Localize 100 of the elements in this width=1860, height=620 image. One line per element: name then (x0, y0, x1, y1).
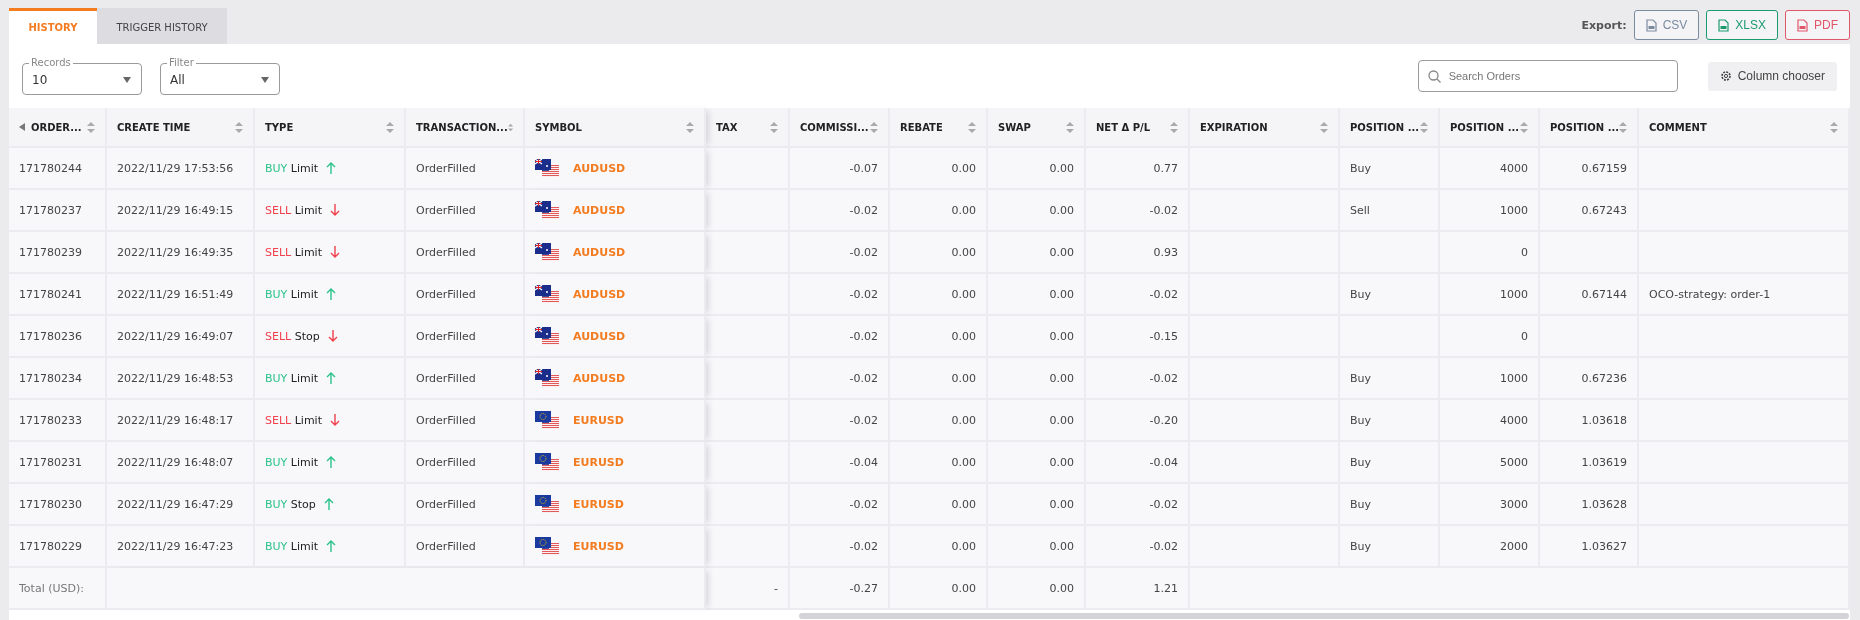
table-cell: 1000 (1440, 358, 1540, 400)
table-cell: 1.03627 (1540, 526, 1639, 568)
table-cell: -0.02 (790, 232, 890, 274)
table-cell: 2022/11/29 16:49:35 (107, 232, 255, 274)
table-cell: 0.67159 (1540, 148, 1639, 190)
dropdown-field[interactable]: Filter All (160, 57, 280, 95)
sort-icon[interactable] (870, 121, 878, 133)
table-cell: OrderFilled (406, 148, 525, 190)
sort-icon[interactable] (386, 121, 394, 133)
file-icon (1797, 18, 1808, 32)
table-cell: -0.02 (790, 274, 890, 316)
sort-icon[interactable] (1420, 121, 1428, 133)
dropdown-value: 10 (32, 72, 48, 87)
table-cell: -0.15 (1086, 316, 1190, 358)
column-header[interactable]: TYPE (255, 108, 406, 148)
side-label: SELL (265, 329, 292, 343)
column-header[interactable]: POSITION ... (1540, 108, 1639, 148)
symbol-label: AUDUSD (573, 287, 626, 301)
column-header[interactable]: COMMENT (1639, 108, 1850, 148)
sort-icon[interactable] (968, 121, 976, 133)
column-header[interactable]: POSITION ... (1440, 108, 1540, 148)
order-type-label: Limit (290, 455, 319, 469)
sort-icon[interactable] (507, 121, 513, 133)
column-header[interactable]: EXPIRATION (1190, 108, 1340, 148)
side-label: BUY (265, 287, 288, 301)
sort-icon[interactable] (1619, 121, 1627, 133)
file-icon (1718, 18, 1730, 32)
table-cell: 1.03619 (1540, 442, 1639, 484)
side-label: BUY (265, 371, 288, 385)
table-cell: 1.21 (1086, 568, 1190, 610)
table-cell: OrderFilled (406, 232, 525, 274)
table-cell: Buy (1340, 526, 1440, 568)
table-cell: 0.67236 (1540, 358, 1639, 400)
table-cell: 4000 (1440, 400, 1540, 442)
table-cell: 0.00 (890, 484, 988, 526)
table-cell: 0.00 (890, 526, 988, 568)
table-cell: Buy (1340, 442, 1440, 484)
column-header[interactable]: SYMBOL (525, 108, 706, 148)
table-cell: 0 (1440, 316, 1540, 358)
sort-icon[interactable] (235, 121, 243, 133)
table-cell: 171780229 (9, 526, 107, 568)
table-cell: 0.77 (1086, 148, 1190, 190)
sort-icon[interactable] (1830, 121, 1838, 133)
table-cell: -0.02 (1086, 484, 1190, 526)
table-cell: 0.00 (890, 358, 988, 400)
side-label: SELL (265, 413, 292, 427)
table-cell: 0.00 (988, 400, 1086, 442)
column-header[interactable]: REBATE (890, 108, 988, 148)
sort-icon[interactable] (770, 121, 778, 133)
table-cell: 0.00 (988, 316, 1086, 358)
side-label: BUY (265, 497, 288, 511)
table-cell: OrderFilled (406, 442, 525, 484)
side-label: BUY (265, 539, 288, 553)
order-type-label: Limit (294, 203, 322, 217)
dropdown-caret-icon (261, 76, 269, 83)
table-cell: 0.00 (988, 148, 1086, 190)
column-header[interactable]: CREATE TIME (107, 108, 255, 148)
table-cell: OrderFilled (406, 400, 525, 442)
horizontal-scrollbar[interactable] (799, 613, 1849, 619)
table-cell: 2022/11/29 16:49:07 (107, 316, 255, 358)
column-header[interactable]: NET Δ P/L (1086, 108, 1190, 148)
column-header[interactable]: SWAP (988, 108, 1086, 148)
total-label: Total (USD): (9, 568, 107, 610)
column-chooser-button[interactable]: Column chooser (1707, 61, 1837, 91)
table-cell: 0.00 (988, 358, 1086, 400)
table-cell: -0.02 (790, 400, 890, 442)
tab[interactable]: TRIGGER HISTORY (97, 8, 227, 44)
scroll-left-icon[interactable] (19, 123, 25, 131)
sort-icon[interactable] (1170, 121, 1178, 133)
sort-icon[interactable] (686, 121, 694, 133)
sort-icon[interactable] (1066, 121, 1074, 133)
sort-icon[interactable] (1320, 121, 1328, 133)
symbol-label: EURUSD (573, 455, 624, 469)
dropdown-caret-icon (123, 76, 131, 83)
column-header[interactable]: ORDER... (9, 108, 107, 148)
table-cell: -0.04 (1086, 442, 1190, 484)
table-cell: 1.03618 (1540, 400, 1639, 442)
table-cell: 171780237 (9, 190, 107, 232)
table-cell: 0.00 (890, 274, 988, 316)
table-cell: -0.02 (790, 484, 890, 526)
table-cell: 0.93 (1086, 232, 1190, 274)
column-header[interactable]: COMMISSI... (790, 108, 890, 148)
table-cell: Buy (1340, 358, 1440, 400)
table-cell: 1000 (1440, 274, 1540, 316)
table-cell: Buy (1340, 274, 1440, 316)
table-cell: 0.00 (890, 316, 988, 358)
side-label: SELL (265, 203, 292, 217)
search-field[interactable]: Search Orders (1417, 60, 1678, 92)
sort-icon[interactable] (87, 121, 95, 133)
dropdown-field[interactable]: Records 10 (22, 57, 142, 95)
column-header[interactable]: TRANSACTION... (406, 108, 525, 148)
column-header[interactable]: POSITION ... (1340, 108, 1440, 148)
column-header[interactable]: TAX (706, 108, 790, 148)
table-cell: -0.02 (790, 358, 890, 400)
table-cell: OCO-strategy: order-1 (1639, 274, 1850, 316)
sort-icon[interactable] (1520, 121, 1528, 133)
symbol-label: EURUSD (573, 497, 624, 511)
table-cell: - (706, 568, 790, 610)
table-cell: 0.00 (988, 526, 1086, 568)
symbol-label: AUDUSD (573, 161, 626, 175)
